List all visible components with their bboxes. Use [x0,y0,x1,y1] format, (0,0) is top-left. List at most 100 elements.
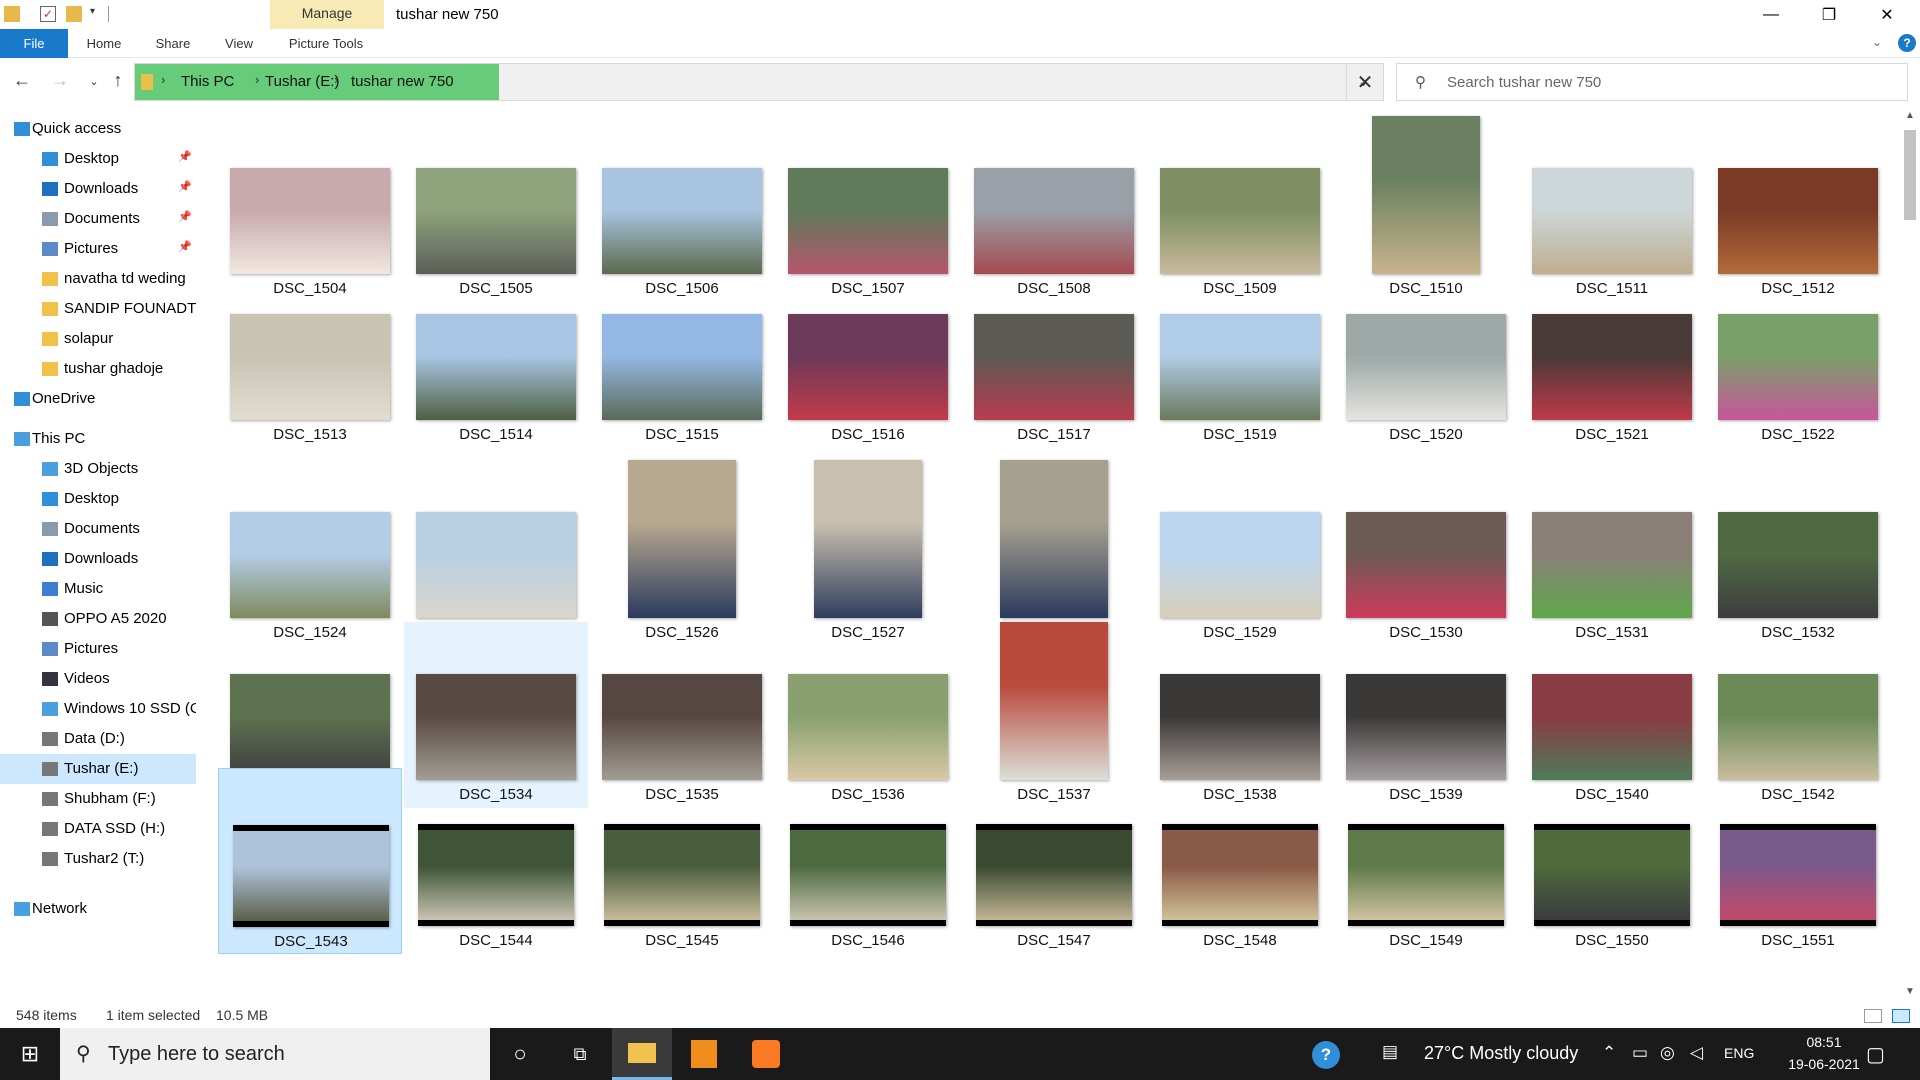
file-item[interactable]: DSC_1526 [590,460,774,646]
language-indicator[interactable]: ENG [1724,1045,1754,1061]
file-explorer-taskbar-icon[interactable] [612,1028,672,1080]
file-item[interactable]: DSC_1513 [218,262,402,448]
file-item[interactable]: DSC_1531 [1520,460,1704,646]
sidebar-item-pc-4[interactable]: Music [0,574,196,604]
sidebar-item-this-pc[interactable]: This PC [0,424,196,454]
task-view-icon[interactable]: ⧉ [550,1028,610,1080]
close-button[interactable]: ✕ [1858,0,1916,29]
sidebar-item-pc-10[interactable]: Tushar (E:) [0,754,196,784]
expand-ribbon-icon[interactable]: ⌄ [1872,35,1882,49]
file-item[interactable]: DSC_1521 [1520,262,1704,448]
volume-icon[interactable]: ◁ [1690,1043,1703,1063]
scroll-down-icon[interactable]: ▼ [1905,986,1915,997]
details-view-icon[interactable] [1864,1009,1882,1023]
recent-locations-icon[interactable]: ⌄ [82,75,106,88]
notifications-icon[interactable]: ▢ [1866,1042,1885,1067]
clock-date[interactable]: 19-06-2021 [1784,1056,1864,1072]
file-item[interactable]: DSC_1520 [1334,262,1518,448]
file-item[interactable]: DSC_1519 [1148,262,1332,448]
file-item[interactable]: DSC_1547 [962,768,1146,954]
tab-view[interactable]: View [214,29,264,58]
sidebar-item-quick-2[interactable]: Documents 📌 [0,204,196,234]
file-item[interactable]: DSC_1549 [1334,768,1518,954]
cortana-icon[interactable]: ○ [490,1028,550,1080]
clock-time[interactable]: 08:51 [1784,1034,1864,1050]
weather-text[interactable]: 27°C Mostly cloudy [1424,1043,1578,1064]
file-item[interactable]: DSC_1528 [962,460,1146,646]
file-item[interactable]: DSC_1545 [590,768,774,954]
file-item[interactable]: DSC_1548 [1148,768,1332,954]
file-item[interactable]: DSC_1524 [218,460,402,646]
file-item[interactable]: DSC_1517 [962,262,1146,448]
weather-icon[interactable]: ▤ [1382,1042,1398,1062]
sidebar-item-quick-0[interactable]: Desktop 📌 [0,144,196,174]
sidebar-item-network[interactable]: Network [0,894,196,924]
battery-icon[interactable]: ▭ [1632,1043,1648,1063]
crumb-tushar-drive[interactable]: Tushar (E:) [257,73,339,90]
sidebar-item-quick-7[interactable]: tushar ghadoje [0,354,196,384]
file-item[interactable]: DSC_1525 [404,460,588,646]
file-item[interactable]: DSC_1527 [776,460,960,646]
sidebar-item-pc-6[interactable]: Pictures [0,634,196,664]
sidebar-item-pc-1[interactable]: Desktop [0,484,196,514]
address-bar[interactable]: › This PC › Tushar (E:) › tushar new 750… [134,63,1384,101]
sidebar-item-pc-2[interactable]: Documents [0,514,196,544]
search-input[interactable]: ⚲ Search tushar new 750 [1396,63,1908,101]
up-arrow-icon[interactable]: ↑ [106,70,130,91]
file-item[interactable]: DSC_1514 [404,262,588,448]
sidebar-item-pc-13[interactable]: Tushar2 (T:) [0,844,196,874]
crumb-current-folder[interactable]: tushar new 750 [351,73,454,90]
refresh-clear-button[interactable]: ✕ [1346,63,1384,101]
sidebar-item-onedrive[interactable]: OneDrive [0,384,196,414]
sidebar-item-pc-9[interactable]: Data (D:) [0,724,196,754]
file-item[interactable]: DSC_1532 [1706,460,1890,646]
file-item[interactable]: DSC_1530 [1334,460,1518,646]
sidebar-item-quick-access[interactable]: Quick access [0,114,196,144]
help-icon[interactable]: ? [1898,34,1916,52]
show-hidden-icons-icon[interactable]: ⌃ [1602,1043,1616,1063]
scrollbar-thumb[interactable] [1904,130,1916,220]
new-folder-icon[interactable] [66,6,82,22]
tab-home[interactable]: Home [78,29,130,58]
sidebar-item-pc-7[interactable]: Videos [0,664,196,694]
file-item[interactable]: DSC_1529 [1148,460,1332,646]
file-item[interactable]: DSC_1551 [1706,768,1890,954]
sidebar-item-quick-1[interactable]: Downloads 📌 [0,174,196,204]
sidebar-item-pc-12[interactable]: DATA SSD (H:) [0,814,196,844]
tab-share[interactable]: Share [146,29,200,58]
sidebar-item-pc-0[interactable]: 3D Objects [0,454,196,484]
file-item[interactable]: DSC_1544 [404,768,588,954]
file-item[interactable]: DSC_1550 [1520,768,1704,954]
forward-arrow-icon[interactable]: → [48,70,72,91]
windows-start-icon[interactable]: ⊞ [0,1028,60,1080]
taskbar-search-box[interactable]: ⚲ Type here to search [60,1028,490,1080]
minimize-button[interactable]: — [1742,0,1800,29]
help-tray-icon[interactable]: ? [1312,1041,1340,1069]
network-icon[interactable]: ◎ [1660,1043,1675,1063]
sidebar-item-pc-5[interactable]: OPPO A5 2020 [0,604,196,634]
file-item[interactable]: DSC_1515 [590,262,774,448]
file-item[interactable]: DSC_1546 [776,768,960,954]
file-item[interactable]: DSC_1543 [218,768,402,954]
sidebar-item-pc-8[interactable]: Windows 10 SSD (C [0,694,196,724]
file-item[interactable]: DSC_1516 [776,262,960,448]
sidebar-item-quick-6[interactable]: solapur [0,324,196,354]
xampp-taskbar-icon[interactable] [736,1028,796,1080]
chevron-right-icon[interactable]: › [334,72,338,87]
crumb-this-pc[interactable]: This PC [181,73,234,90]
sidebar-item-quick-4[interactable]: navatha td weding [0,264,196,294]
file-item[interactable]: DSC_1522 [1706,262,1890,448]
scroll-up-icon[interactable]: ▲ [1905,110,1915,121]
sidebar-item-quick-5[interactable]: SANDIP FOUNADTI( [0,294,196,324]
sidebar-item-pc-3[interactable]: Downloads [0,544,196,574]
qat-dropdown-icon[interactable]: ▾ [90,6,106,22]
sidebar-item-pc-11[interactable]: Shubham (F:) [0,784,196,814]
back-arrow-icon[interactable]: ← [10,70,34,91]
maximize-button[interactable]: ❐ [1800,0,1858,29]
sidebar-item-quick-3[interactable]: Pictures 📌 [0,234,196,264]
vertical-scrollbar[interactable]: ▲ ▼ [1900,106,1920,1010]
tab-file[interactable]: File [0,29,68,58]
tab-picture-tools[interactable]: Picture Tools [278,29,374,58]
properties-icon[interactable]: ✓ [40,6,56,22]
large-icons-view-icon[interactable] [1892,1009,1910,1023]
